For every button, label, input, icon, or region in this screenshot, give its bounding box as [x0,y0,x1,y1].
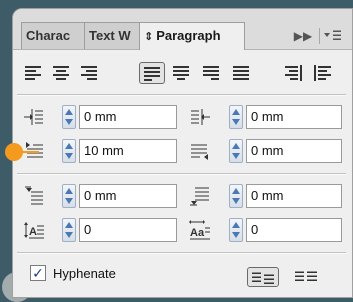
left-indent-input[interactable]: 0 mm [79,105,177,129]
baseline-grid-on-icon [295,271,317,281]
drop-cap-lines-input[interactable]: 0 [79,218,177,242]
align-center-button[interactable] [49,62,75,84]
annotation-line [21,151,39,153]
align-baseline-grid-button[interactable] [291,267,323,287]
tab-text-wrap[interactable]: Text W [84,22,140,49]
tab-label: Text W [89,28,131,43]
arrow-up-icon[interactable] [232,143,240,149]
justify-all-icon [233,66,249,80]
right-indent-input[interactable]: 0 mm [246,105,342,129]
align-left-icon [25,66,41,80]
justify-last-left-button[interactable] [139,62,165,84]
arrow-up-icon[interactable] [232,109,240,115]
tab-paragraph[interactable]: ⇕ Paragraph [139,22,245,50]
align-center-icon [53,66,69,80]
tab-label: Charac [26,28,71,43]
space-after-input[interactable]: 0 mm [246,184,342,208]
baseline-grid-off-icon [252,272,274,284]
justify-left-icon [144,67,160,81]
tab-character[interactable]: Charac [21,22,85,49]
last-line-indent-input[interactable]: 0 mm [246,139,342,163]
panel-menu-icon[interactable] [319,28,344,44]
align-right-button[interactable] [77,62,103,84]
section-divider [17,94,346,96]
svg-text:A: A [29,226,37,238]
sort-updown-icon: ⇕ [144,31,154,43]
align-towards-spine-icon [285,65,302,81]
arrow-down-icon[interactable] [232,232,240,238]
space-before-icon [23,185,45,207]
justify-right-icon [203,66,219,80]
drop-cap-chars-input[interactable]: 0 [246,218,342,242]
arrow-down-icon[interactable] [65,232,73,238]
arrow-up-icon[interactable] [232,188,240,194]
drop-cap-chars-icon: Aa [189,219,211,241]
panel-tab-bar: Charac Text W ⇕ Paragraph ▶▶ [13,9,352,50]
arrow-down-icon[interactable] [65,153,73,159]
justify-last-center-button[interactable] [169,62,195,84]
arrow-down-icon[interactable] [232,119,240,125]
paragraph-panel: Charac Text W ⇕ Paragraph ▶▶ 0 mm 0 mm 1… [12,8,353,298]
right-indent-stepper[interactable] [229,105,243,129]
drop-cap-lines-icon: A [23,219,45,241]
align-left-button[interactable] [21,62,47,84]
expand-panel-icon[interactable]: ▶▶ [291,28,315,44]
space-before-input[interactable]: 0 mm [79,184,177,208]
hyphenate-checkbox[interactable]: ✓ [30,265,46,281]
align-towards-spine-button[interactable] [281,62,307,84]
first-line-indent-input[interactable]: 10 mm [79,139,177,163]
space-before-stepper[interactable] [62,184,76,208]
left-indent-stepper[interactable] [62,105,76,129]
justify-all-button[interactable] [229,62,255,84]
first-line-indent-stepper[interactable] [62,139,76,163]
arrow-down-icon[interactable] [65,119,73,125]
arrow-up-icon[interactable] [65,143,73,149]
section-divider [17,252,346,254]
arrow-down-icon[interactable] [232,153,240,159]
arrow-up-icon[interactable] [65,222,73,228]
arrow-down-icon[interactable] [232,198,240,204]
arrow-up-icon[interactable] [65,109,73,115]
svg-text:Aa: Aa [190,227,205,239]
left-indent-icon [23,106,45,128]
justify-center-icon [173,66,189,80]
last-line-indent-stepper[interactable] [229,139,243,163]
align-away-from-spine-button[interactable] [311,62,337,84]
hyphenate-label: Hyphenate [53,266,116,281]
annotation-marker-orange [5,143,23,161]
space-after-stepper[interactable] [229,184,243,208]
align-away-from-spine-icon [314,65,331,81]
drop-cap-chars-stepper[interactable] [229,218,243,242]
arrow-up-icon[interactable] [65,188,73,194]
arrow-up-icon[interactable] [232,222,240,228]
justify-last-right-button[interactable] [199,62,225,84]
section-divider [17,173,346,175]
do-not-align-baseline-button[interactable] [247,267,279,287]
space-after-icon [189,185,211,207]
right-indent-icon [189,106,211,128]
align-right-icon [81,66,97,80]
tab-label: Paragraph [156,28,221,43]
last-line-indent-icon [189,140,211,162]
arrow-down-icon[interactable] [65,198,73,204]
drop-cap-lines-stepper[interactable] [62,218,76,242]
